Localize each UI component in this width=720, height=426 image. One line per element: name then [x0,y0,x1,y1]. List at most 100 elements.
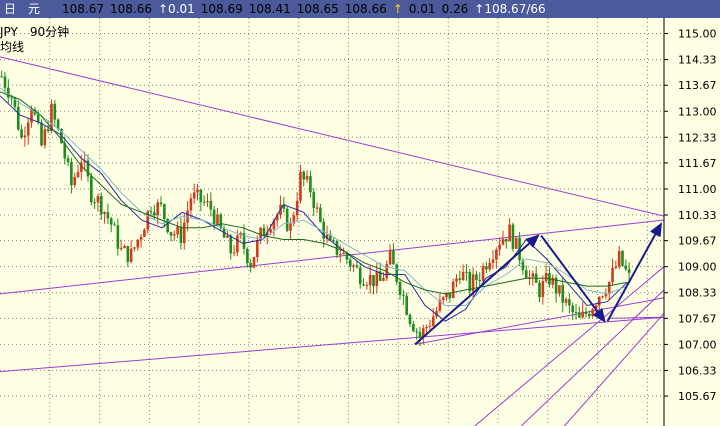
candle-body [229,235,233,254]
candle-body [362,284,365,286]
candle-body [348,259,352,267]
candle-body [93,202,96,204]
candle-body [202,201,206,203]
candle-body [315,207,319,209]
candle-body [588,313,591,317]
candle-body [53,103,57,120]
candle-body [505,238,508,242]
quote-field: 0.26 [442,2,469,16]
quote-field: ↑ [393,2,403,16]
y-tick-label: 113.67 [678,79,717,92]
candle-body [431,316,435,326]
candle-body [544,273,548,282]
candle-body [478,280,482,282]
candle-body [538,282,541,298]
indicator-label: 均线 [0,40,24,54]
y-tick-label: 106.33 [678,364,717,377]
candle-body [3,76,7,88]
y-tick-label: 109.00 [678,261,717,274]
candle-body [339,254,342,256]
candle-body [40,122,43,146]
candle-body [342,252,345,255]
candle-body [109,218,113,225]
candle-body [226,235,229,238]
candle-body [408,314,412,325]
candle-body [601,296,604,298]
candle-body [16,106,20,130]
candle-body [574,312,578,314]
quote-field: 108.41 [249,2,291,16]
quote-field: 108.69 [201,2,243,16]
candle-body [621,250,624,266]
candle-body [524,270,528,279]
candle-body [491,259,495,263]
candle-body [76,172,80,177]
candle-body [106,212,110,219]
candle-body [302,171,306,180]
candle-body [149,211,153,213]
candle-body [305,176,309,180]
y-tick-label: 111.00 [678,183,717,196]
candle-body [368,275,372,286]
quote-field: 108.66 [110,2,152,16]
candle-body [163,204,166,219]
candle-body [402,294,405,296]
candle-body [568,299,571,306]
candle-body [624,265,628,270]
candle-body [136,239,140,248]
candle-body [578,312,581,318]
candle-body [103,212,106,215]
candle-body [139,236,143,240]
candle-body [561,285,565,303]
candle-body [584,311,588,314]
candle-body [20,129,23,138]
candle-body [558,285,561,294]
candle-body [262,227,266,236]
candle-body [508,224,511,242]
candle-body [192,192,196,199]
candle-body [156,202,159,216]
symbol-label: 日 元 [4,2,40,16]
quote-field: 0.01 [409,2,436,16]
candle-body [541,281,545,298]
candle-body [498,244,501,250]
candle-body [591,309,594,317]
candle-body [458,278,462,280]
candle-body [627,269,631,273]
candle-body [232,252,236,254]
candle-body [319,207,322,222]
candle-body [428,325,432,327]
candle-body [176,226,179,235]
candle-body [415,331,418,333]
candle-body [475,274,478,281]
candle-body [179,226,183,243]
candle-body [395,264,399,282]
candle-body [26,122,30,136]
candle-body [169,232,173,236]
candle-body [388,250,392,265]
candle-body [90,176,93,203]
y-tick-label: 110.33 [678,209,717,222]
candle-body [375,271,379,287]
candle-body [455,278,458,282]
y-tick-label: 115.00 [678,28,717,41]
candle-body [173,234,176,236]
candle-body [189,198,193,211]
candle-body [511,224,515,249]
candle-body [295,200,299,216]
candle-body [43,129,47,146]
candle-body [451,281,455,299]
candle-body [551,277,555,285]
candle-body [614,266,618,268]
candle-body [481,266,485,281]
candle-body [289,223,292,231]
y-tick-label: 109.67 [678,235,717,248]
candle-body [7,87,10,98]
candle-body [441,297,445,301]
candle-body [571,305,574,313]
candle-body [30,109,33,123]
candle-body [96,196,100,203]
candle-body [246,248,249,264]
candle-body [392,250,395,265]
candle-body [153,212,156,216]
